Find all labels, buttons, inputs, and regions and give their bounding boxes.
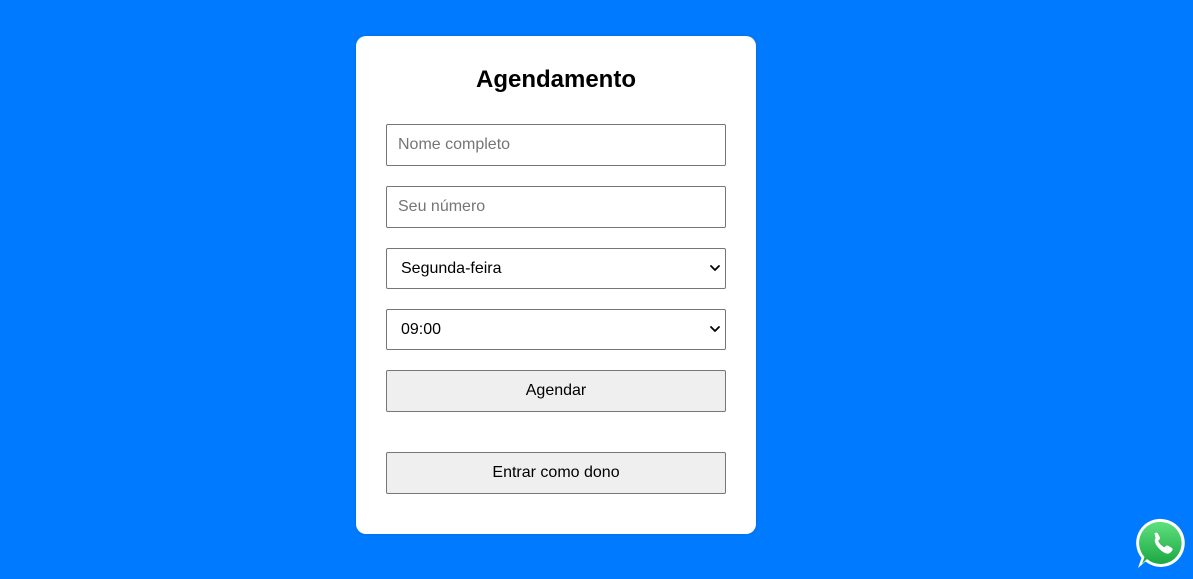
whatsapp-button[interactable]	[1135, 517, 1189, 571]
chevron-down-icon	[710, 326, 720, 332]
full-name-input[interactable]	[386, 124, 726, 166]
whatsapp-icon	[1136, 518, 1185, 568]
time-select-value: 09:00	[401, 321, 442, 338]
schedule-button[interactable]: Agendar	[386, 370, 726, 412]
time-select[interactable]: 09:00	[386, 309, 726, 350]
phone-number-input[interactable]	[386, 186, 726, 228]
day-select-value: Segunda-feira	[401, 260, 502, 277]
scheduling-card: Agendamento Segunda-feira 09:00 Agendar …	[356, 36, 756, 534]
day-select[interactable]: Segunda-feira	[386, 248, 726, 289]
owner-login-button[interactable]: Entrar como dono	[386, 452, 726, 494]
chevron-down-icon	[710, 265, 720, 271]
form-title: Agendamento	[475, 66, 636, 93]
